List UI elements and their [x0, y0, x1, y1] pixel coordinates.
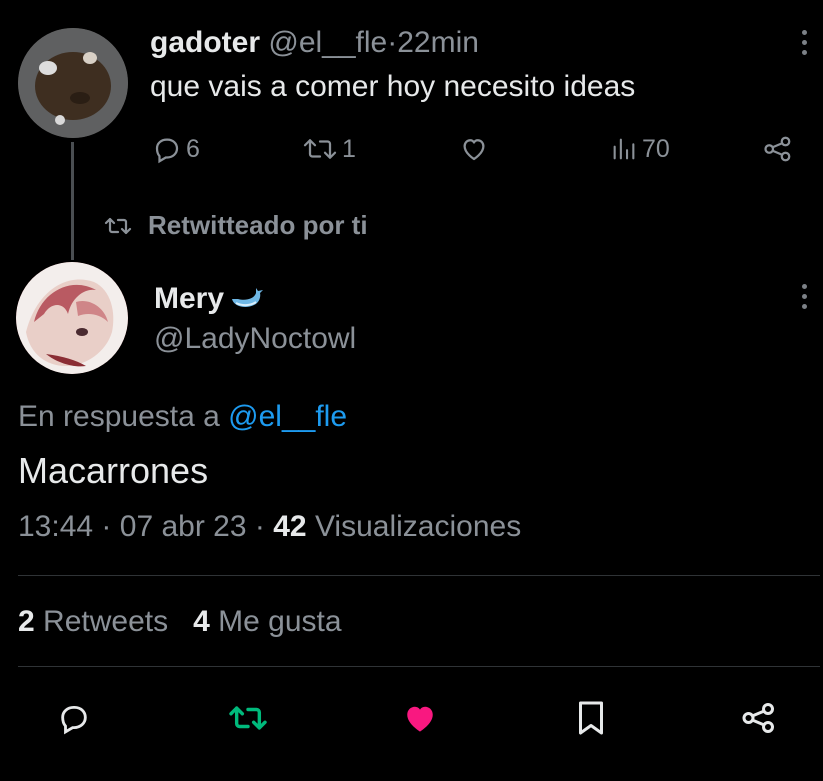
thread-line [71, 142, 74, 260]
parent-time[interactable]: 22min [397, 26, 479, 59]
retweet-button[interactable] [220, 690, 276, 746]
views-count: 42 [273, 510, 307, 543]
main-date[interactable]: 07 abr 23 [120, 510, 247, 543]
meta-separator: · [101, 510, 112, 543]
main-display-name-row[interactable]: Mery [154, 282, 264, 316]
main-more-icon[interactable] [800, 284, 808, 309]
main-action-bar [0, 690, 823, 746]
parent-reply-button[interactable]: 6 [152, 134, 200, 164]
parent-separator: · [387, 26, 398, 59]
likes-count[interactable]: 4 [193, 605, 210, 638]
parent-retweet-count: 1 [342, 134, 356, 163]
main-display-name[interactable]: Mery [154, 282, 224, 316]
parent-display-name[interactable]: gadoter [150, 26, 260, 59]
parent-share-button[interactable] [762, 134, 794, 164]
whale-emoji-icon [230, 287, 264, 311]
parent-views-button[interactable]: 70 [610, 134, 670, 164]
main-meta: 13:44 · 07 abr 23 · 42 Visualizaciones [18, 510, 521, 544]
reply-prefix: En respuesta a [18, 400, 220, 433]
share-icon [762, 134, 794, 164]
share-button[interactable] [731, 690, 787, 746]
parent-action-bar: 6 1 70 [150, 132, 800, 168]
main-text: Macarrones [18, 450, 209, 491]
parent-reply-count: 6 [186, 134, 200, 163]
parent-like-button[interactable] [458, 134, 490, 164]
divider-top [18, 575, 820, 576]
like-button[interactable] [392, 690, 448, 746]
main-time[interactable]: 13:44 [18, 510, 93, 543]
reply-icon [57, 701, 91, 735]
meta-separator-2: · [254, 510, 265, 543]
main-avatar[interactable] [16, 262, 128, 374]
main-handle[interactable]: @LadyNoctowl [154, 322, 356, 356]
divider-bottom [18, 666, 820, 667]
retweet-icon [302, 134, 338, 164]
retweeted-by-note: Retwitteado por ti [104, 210, 368, 241]
parent-retweet-button[interactable]: 1 [302, 134, 356, 164]
like-icon [458, 134, 490, 164]
views-icon [610, 134, 638, 164]
bookmark-button[interactable] [563, 690, 619, 746]
parent-views-count: 70 [642, 134, 670, 163]
share-icon [741, 700, 777, 736]
reply-button[interactable] [46, 690, 102, 746]
engagement-stats: 2 Retweets 4 Me gusta [18, 605, 342, 639]
parent-header: gadoter @el__fle·22min [150, 26, 479, 60]
parent-avatar[interactable] [18, 28, 128, 138]
retweets-count[interactable]: 2 [18, 605, 35, 638]
retweet-icon [228, 701, 268, 735]
reply-icon [152, 134, 182, 164]
reply-to-link[interactable]: @el__fle [228, 400, 347, 433]
parent-more-icon[interactable] [800, 30, 808, 55]
bookmark-icon [576, 700, 606, 736]
like-icon [400, 700, 440, 736]
retweeted-by-label: Retwitteado por ti [148, 210, 368, 240]
parent-handle[interactable]: @el__fle [268, 26, 387, 59]
reply-to-line: En respuesta a @el__fle [18, 400, 347, 434]
parent-text: que vais a comer hoy necesito ideas [150, 70, 636, 103]
likes-label[interactable]: Me gusta [218, 605, 341, 638]
retweets-label[interactable]: Retweets [43, 605, 168, 638]
retweet-small-icon [104, 214, 132, 238]
views-label[interactable]: Visualizaciones [315, 510, 521, 543]
